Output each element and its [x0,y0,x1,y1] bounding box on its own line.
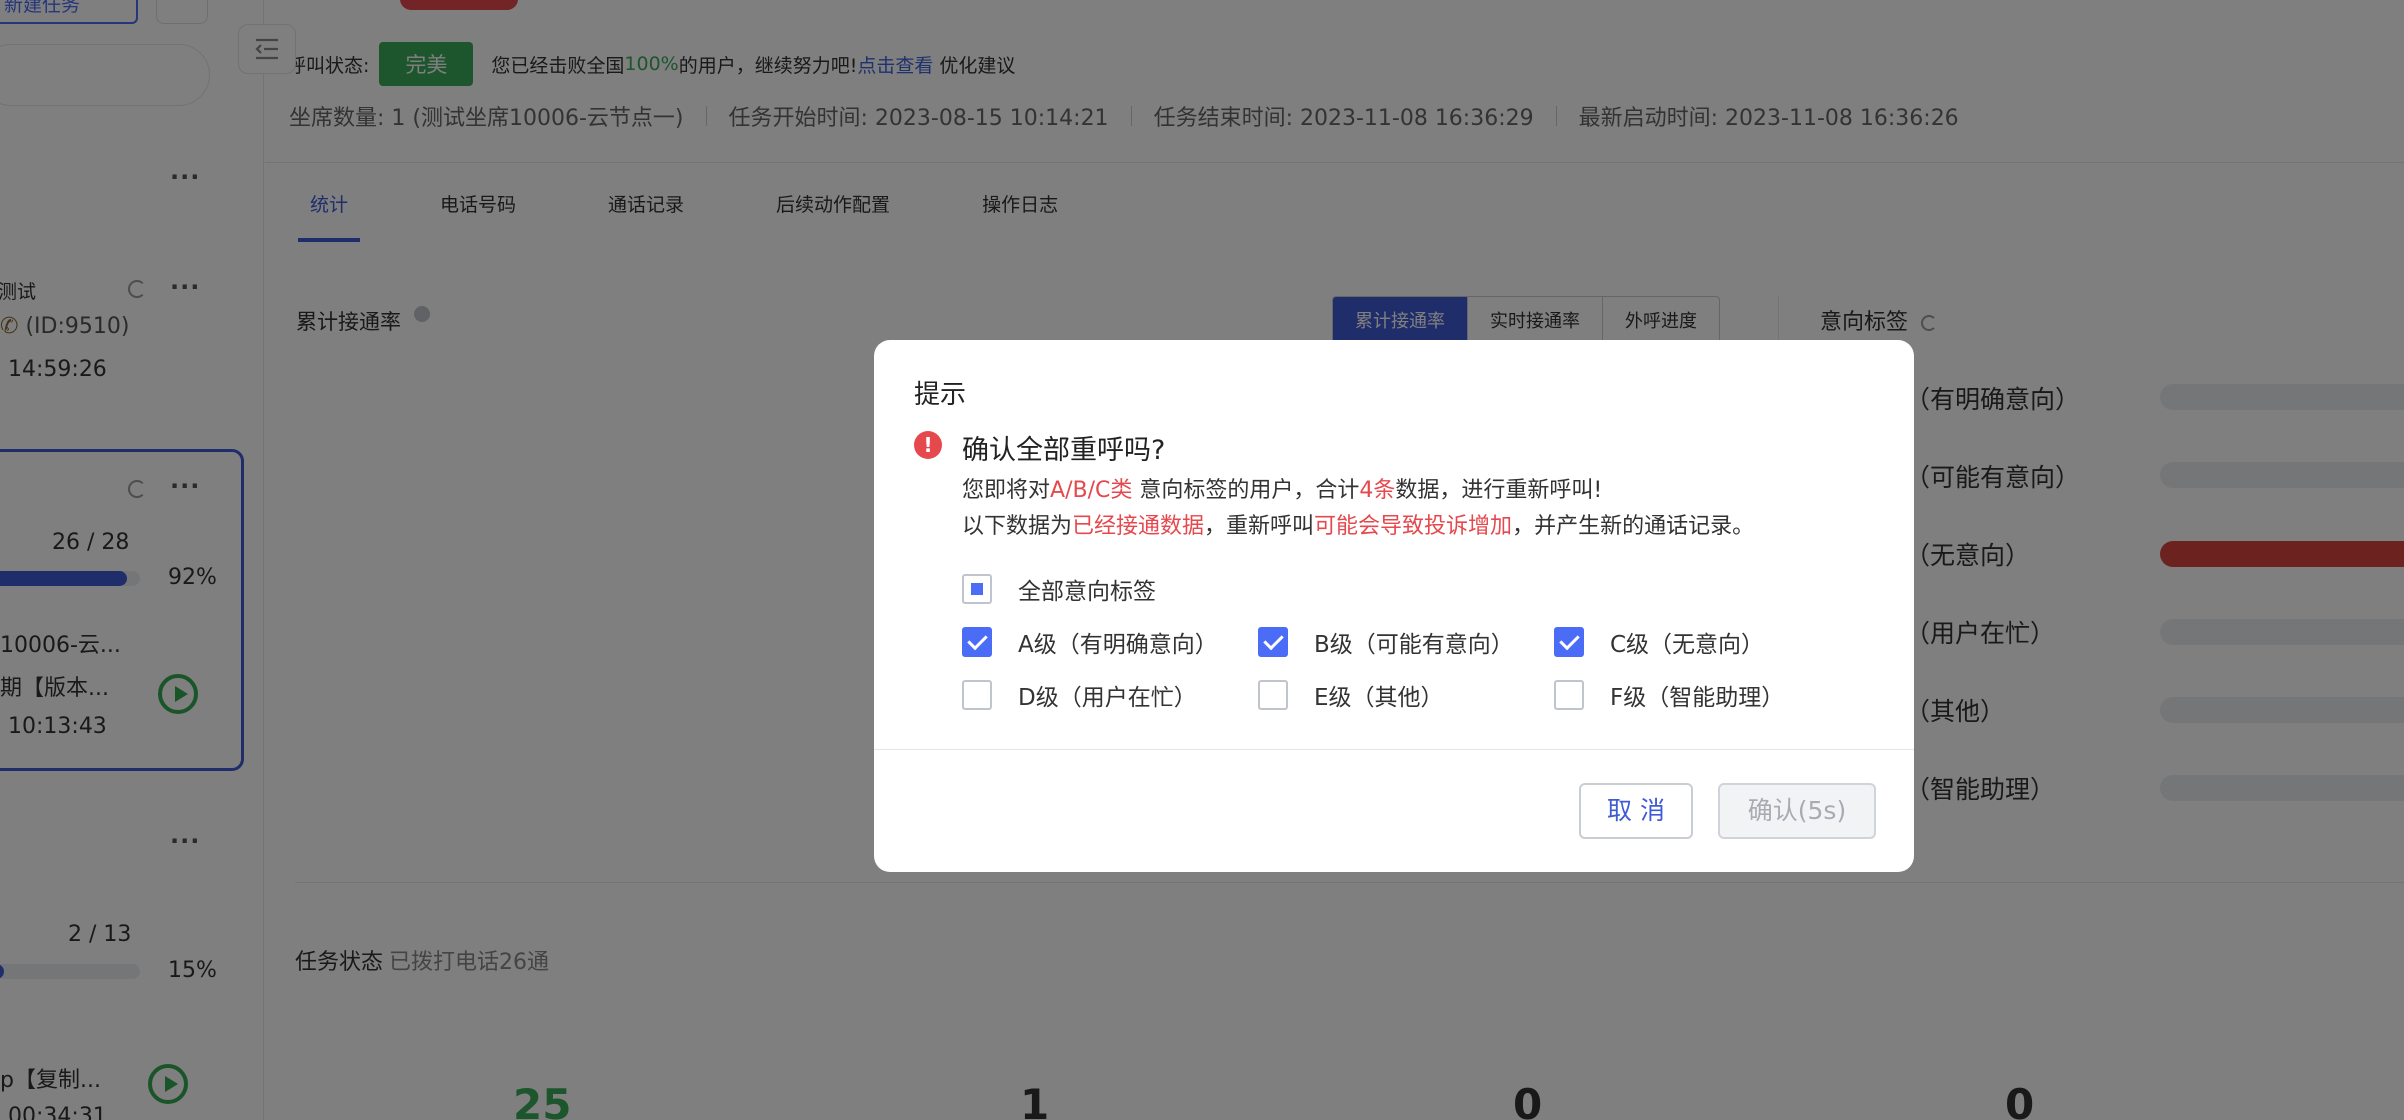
checkbox-indeterminate[interactable] [962,574,992,604]
checkbox-label: F级（智能助理） [1610,685,1785,711]
checkbox-intent-a[interactable]: A级（有明确意向） [962,625,1218,659]
checkbox-intent-b[interactable]: B级（可能有意向） [1258,625,1514,659]
checkbox-d[interactable] [962,680,992,710]
checkbox-intent-e[interactable]: E级（其他） [1258,678,1444,712]
dialog-divider [874,749,1914,750]
checkbox-intent-f[interactable]: F级（智能助理） [1554,678,1784,712]
dialog-line-2: 以下数据为已经接通数据，重新呼叫可能会导致投诉增加，并产生新的通话记录。 [962,514,1755,539]
dialog-line-1: 您即将对A/B/C类 意向标签的用户，合计4条数据，进行重新呼叫! [962,478,1603,503]
checkbox-intent-d[interactable]: D级（用户在忙） [962,678,1197,712]
confirm-button[interactable]: 确认(5s) [1718,783,1876,839]
checkbox-c[interactable] [1554,627,1584,657]
checkbox-b[interactable] [1258,627,1288,657]
recall-confirm-dialog: 提示 ! 确认全部重呼吗? 您即将对A/B/C类 意向标签的用户，合计4条数据，… [874,340,1914,872]
checkbox-label: D级（用户在忙） [1018,685,1197,711]
dialog-question: 确认全部重呼吗? [962,435,1166,466]
checkbox-e[interactable] [1258,680,1288,710]
cancel-button[interactable]: 取 消 [1579,783,1693,839]
checkbox-label: A级（有明确意向） [1018,632,1218,658]
checkbox-a[interactable] [962,627,992,657]
dialog-title: 提示 [914,380,967,410]
checkbox-intent-c[interactable]: C级（无意向） [1554,625,1764,659]
checkbox-label: 全部意向标签 [1018,579,1156,605]
checkbox-all-intents[interactable]: 全部意向标签 [962,572,1156,606]
warning-icon: ! [914,431,942,459]
checkbox-label: E级（其他） [1314,685,1444,711]
checkbox-f[interactable] [1554,680,1584,710]
checkbox-label: B级（可能有意向） [1314,632,1514,658]
checkbox-label: C级（无意向） [1610,632,1765,658]
